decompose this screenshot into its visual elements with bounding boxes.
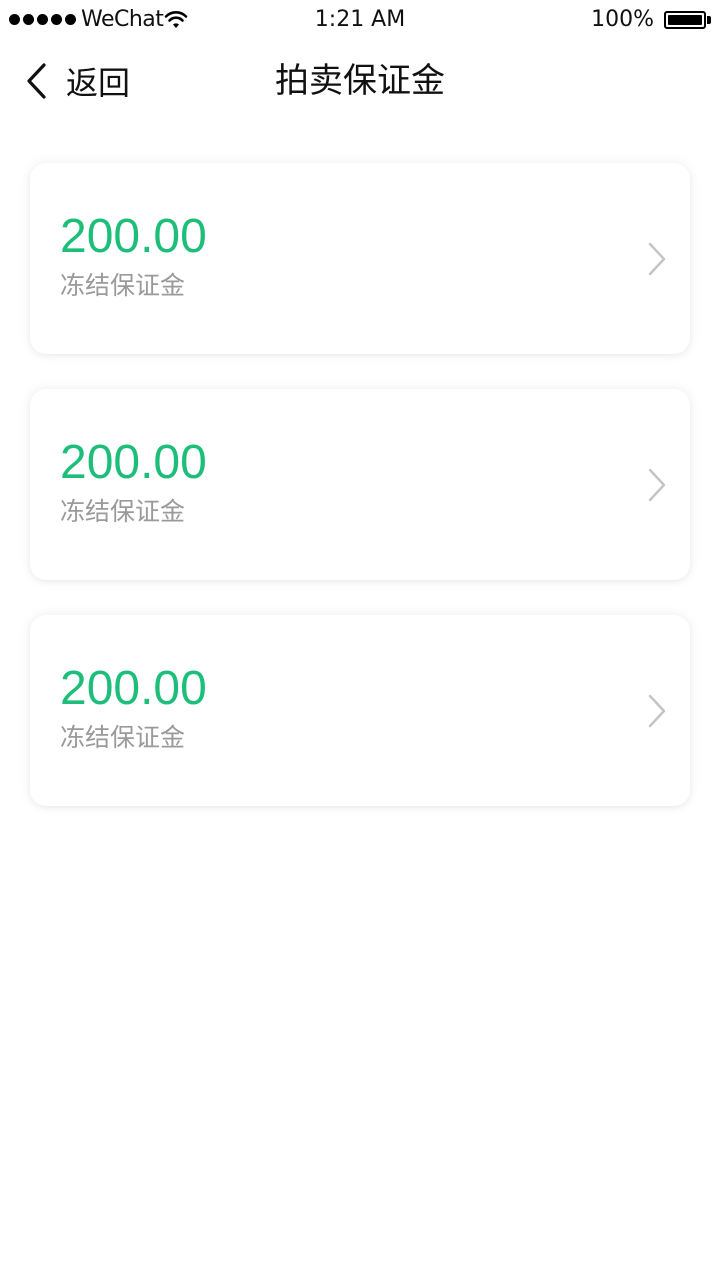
deposit-amount: 200.00 (60, 210, 207, 263)
deposit-card[interactable]: 200.00 冻结保证金 (30, 615, 690, 806)
deposit-label: 冻结保证金 (60, 271, 186, 300)
deposit-label: 冻结保证金 (60, 497, 186, 526)
chevron-right-icon (648, 242, 666, 276)
deposit-label: 冻结保证金 (60, 723, 186, 752)
battery-percentage: 100% (591, 7, 654, 32)
deposit-amount: 200.00 (60, 662, 207, 715)
chevron-right-icon (648, 694, 666, 728)
navigation-bar: 返回 拍卖保证金 (0, 40, 720, 122)
battery-tip (707, 16, 711, 24)
deposit-card[interactable]: 200.00 冻结保证金 (30, 163, 690, 354)
page-title: 拍卖保证金 (275, 61, 445, 101)
chevron-right-icon (648, 468, 666, 502)
deposit-list: 200.00 冻结保证金 200.00 冻结保证金 200.00 冻结保证金 (30, 163, 690, 841)
battery-icon (664, 11, 706, 29)
status-bar: WeChat 1:21 AM 100% (0, 0, 720, 40)
deposit-card[interactable]: 200.00 冻结保证金 (30, 389, 690, 580)
deposit-amount: 200.00 (60, 436, 207, 489)
